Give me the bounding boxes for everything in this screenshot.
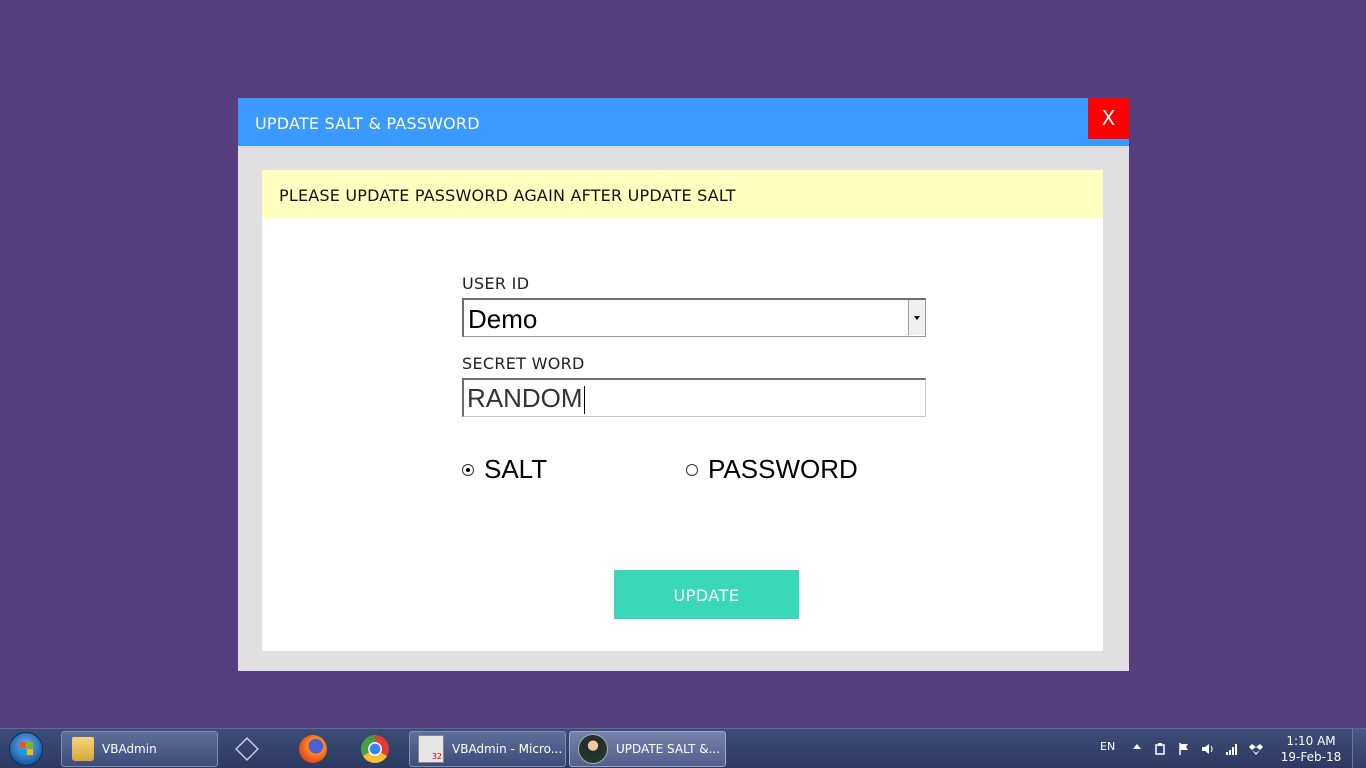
notice-banner: PLEASE UPDATE PASSWORD AGAIN AFTER UPDAT… <box>262 170 1103 218</box>
taskbar-item-update-salt[interactable]: UPDATE SALT &... <box>569 731 726 767</box>
password-radio-circle[interactable] <box>686 463 698 476</box>
taskbar-item-label: UPDATE SALT &... <box>616 742 721 756</box>
virtualbox-icon <box>235 737 259 761</box>
show-hidden-icons-icon[interactable] <box>1133 744 1141 749</box>
network-signal-icon[interactable] <box>1225 742 1239 756</box>
user-id-label: USER ID <box>462 274 530 293</box>
language-indicator[interactable]: EN <box>1100 740 1115 768</box>
salt-radio-circle[interactable] <box>462 463 474 476</box>
notice-text: PLEASE UPDATE PASSWORD AGAIN AFTER UPDAT… <box>279 186 736 205</box>
folder-icon <box>72 737 94 761</box>
update-button[interactable]: UPDATE <box>614 570 799 619</box>
dropbox-icon[interactable] <box>1249 742 1263 756</box>
taskbar-item-access[interactable]: VBAdmin - Micro... <box>409 731 566 767</box>
secret-word-label: SECRET WORD <box>462 354 585 373</box>
dialog-panel: PLEASE UPDATE PASSWORD AGAIN AFTER UPDAT… <box>262 170 1103 651</box>
user-id-value: Demo <box>468 304 538 334</box>
taskbar-item-label: VBAdmin - Micro... <box>452 742 563 756</box>
taskbar-item-vbadmin-folder[interactable]: VBAdmin <box>61 731 218 767</box>
dialog-title: UPDATE SALT & PASSWORD <box>255 114 480 133</box>
password-radio[interactable]: PASSWORD <box>686 454 858 485</box>
usb-device-icon[interactable] <box>1153 742 1167 756</box>
show-desktop-button[interactable] <box>1352 729 1366 768</box>
radio-selected-dot <box>466 467 470 472</box>
taskbar-item-virtualbox[interactable] <box>221 731 277 767</box>
windows-logo-icon <box>20 742 34 756</box>
dropdown-button[interactable] <box>908 300 925 335</box>
volume-icon[interactable] <box>1201 742 1215 756</box>
dialog-titlebar[interactable]: UPDATE SALT & PASSWORD X <box>238 98 1129 146</box>
close-button[interactable]: X <box>1088 98 1129 139</box>
update-salt-dialog: UPDATE SALT & PASSWORD X PLEASE UPDATE P… <box>238 98 1129 671</box>
user-id-combobox[interactable]: Demo <box>462 298 926 337</box>
secret-word-value: RANDOM <box>467 383 583 413</box>
windows-orb-icon <box>9 732 43 766</box>
secret-word-input[interactable]: RANDOM <box>462 378 926 417</box>
taskbar-item-chrome[interactable] <box>346 731 402 767</box>
access-app-icon <box>418 735 444 763</box>
chrome-icon <box>361 735 389 763</box>
taskbar: VBAdmin VBAdmin - Micro... UPDATE SALT &… <box>0 728 1366 768</box>
clock-date: 19-Feb-18 <box>1280 750 1342 764</box>
user-photo-icon <box>578 734 608 764</box>
start-button[interactable] <box>6 731 46 767</box>
action-center-flag-icon[interactable] <box>1177 742 1191 756</box>
system-clock[interactable]: 1:10 AM 19-Feb-18 <box>1280 733 1342 765</box>
chevron-down-icon <box>914 316 920 320</box>
taskbar-item-label: VBAdmin <box>102 742 157 756</box>
salt-radio-label[interactable]: SALT <box>484 454 547 485</box>
password-radio-label[interactable]: PASSWORD <box>708 454 858 485</box>
firefox-icon <box>299 735 327 763</box>
text-caret <box>583 386 585 415</box>
taskbar-item-firefox[interactable] <box>284 731 340 767</box>
salt-radio[interactable]: SALT <box>462 454 547 485</box>
clock-time: 1:10 AM <box>1286 734 1336 748</box>
